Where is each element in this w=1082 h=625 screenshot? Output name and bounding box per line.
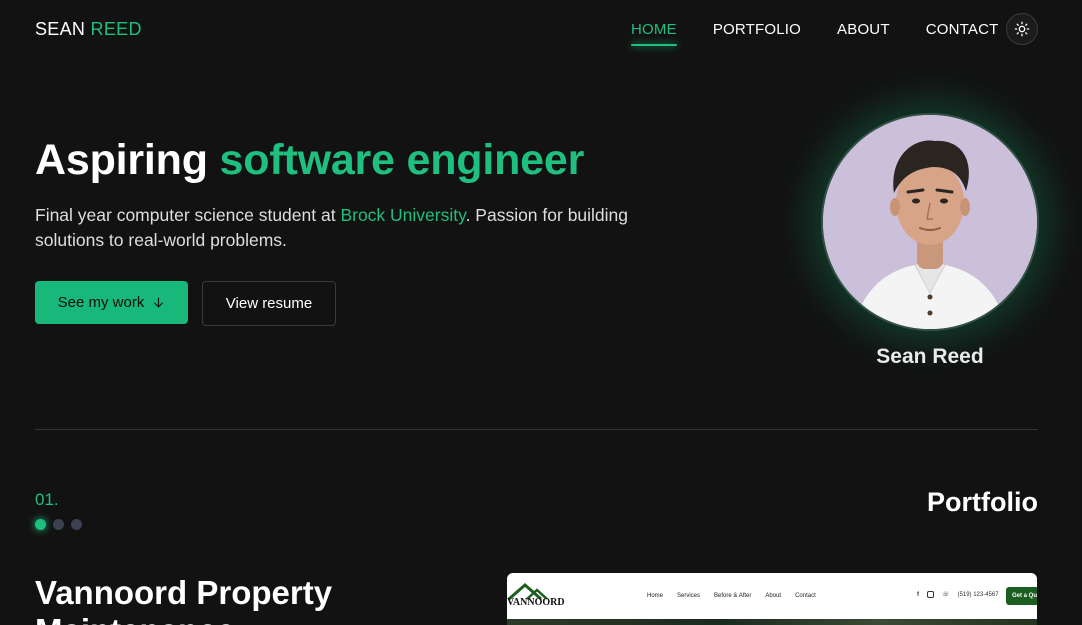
nav-link-portfolio[interactable]: PORTFOLIO: [713, 21, 801, 38]
brand-last-name: REED: [90, 19, 142, 39]
preview-link-before-after: Before & After: [714, 593, 752, 599]
preview-link-about: About: [765, 593, 782, 599]
preview-cta-button: Get a Qu: [1006, 587, 1037, 605]
nav-link-home[interactable]: HOME: [631, 21, 677, 46]
preview-social: f ☏ (519) 123-4567: [917, 591, 999, 598]
brand-logo[interactable]: SEAN REED: [35, 19, 142, 40]
hero-subtitle-before: Final year computer science student at: [35, 205, 341, 225]
preview-hero-image: [507, 619, 1037, 625]
instagram-icon: [927, 591, 934, 598]
preview-links: Home Services Before & After About Conta…: [647, 593, 816, 599]
preview-link-contact: Contact: [795, 593, 816, 599]
sun-icon: [1014, 21, 1030, 37]
facebook-icon: f: [917, 591, 919, 598]
nav-links: HOME PORTFOLIO ABOUT CONTACT: [631, 21, 1035, 46]
theme-toggle-button[interactable]: [1006, 13, 1038, 45]
preview-navbar: VANNOORD Home Services Before & After Ab…: [507, 573, 1037, 619]
preview-link-services: Services: [677, 593, 701, 599]
phone-icon: ☏: [942, 592, 950, 598]
preview-link-home: Home: [647, 593, 664, 599]
nav-link-about[interactable]: ABOUT: [837, 21, 890, 38]
carousel-dot-1[interactable]: [35, 519, 46, 530]
nav-link-contact[interactable]: CONTACT: [926, 21, 999, 38]
see-my-work-label: See my work: [57, 294, 145, 311]
avatar-name: Sean Reed: [876, 345, 984, 368]
project-title: Vannoord Property Maintenance: [35, 574, 333, 625]
hero-title-accent: software engineer: [219, 136, 585, 184]
carousel-dot-2[interactable]: [53, 519, 64, 530]
project-preview[interactable]: VANNOORD Home Services Before & After Ab…: [507, 573, 1037, 625]
view-resume-button[interactable]: View resume: [202, 281, 336, 326]
hero-title-plain: Aspiring: [35, 136, 208, 184]
see-my-work-button[interactable]: See my work: [35, 281, 188, 324]
university-link[interactable]: Brock University: [340, 205, 465, 225]
top-navbar: SEAN REED HOME PORTFOLIO ABOUT CONTACT: [0, 0, 1082, 60]
portfolio-heading: Portfolio: [927, 487, 1038, 517]
avatar-portrait: [823, 115, 1037, 329]
arrow-down-icon: [154, 297, 164, 308]
hero-subtitle: Final year computer science student at B…: [35, 203, 635, 253]
section-divider: [35, 429, 1038, 430]
section-number: 01.: [35, 490, 59, 509]
view-resume-label: View resume: [225, 295, 313, 312]
preview-logo-text: VANNOORD: [507, 597, 565, 608]
avatar: [823, 115, 1037, 329]
carousel-dot-3[interactable]: [71, 519, 82, 530]
preview-phone: (519) 123-4567: [957, 591, 999, 598]
brand-first-name: SEAN: [35, 19, 86, 39]
hero-title: Aspiring software engineer: [35, 136, 584, 185]
carousel-dots: [35, 519, 82, 530]
